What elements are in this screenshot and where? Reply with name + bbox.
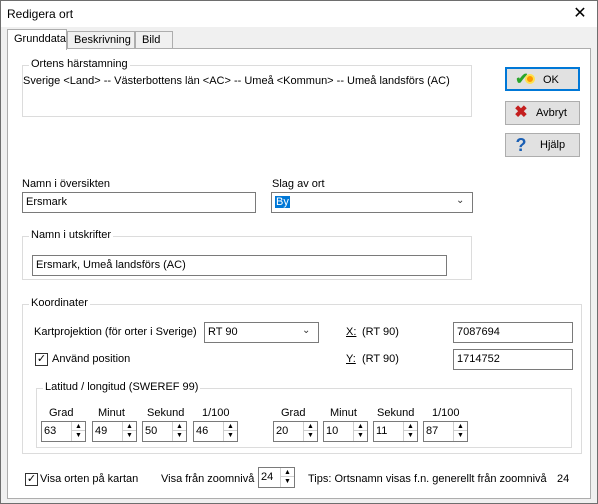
lat-header-sekund: Sekund: [147, 407, 185, 419]
window-title: Redigera ort: [7, 7, 74, 21]
lat-header-hundredths: 1/100: [202, 407, 230, 419]
origin-legend: Ortens härstamning: [29, 58, 130, 70]
lon-header-minut: Minut: [330, 407, 357, 419]
spin-up-icon[interactable]: ▲: [454, 422, 467, 431]
spin-up-icon[interactable]: ▲: [281, 468, 294, 477]
x-input[interactable]: 7087694: [453, 322, 573, 343]
latlong-legend: Latitud / longitud (SWEREF 99): [43, 381, 201, 393]
spin-down-icon[interactable]: ▼: [404, 431, 417, 440]
question-icon: ?: [515, 135, 527, 155]
lat-minut-spinner[interactable]: 49 ▲ ▼: [92, 421, 137, 442]
projection-select[interactable]: RT 90 ⌄: [204, 322, 319, 343]
lon-header-grad: Grad: [281, 407, 306, 419]
tab-bild[interactable]: Bild: [135, 31, 173, 49]
projection-label: Kartprojektion (för orter i Sverige): [34, 326, 197, 338]
lat-hundredths-spinner[interactable]: 46 ▲ ▼: [193, 421, 238, 442]
close-icon[interactable]: ✕: [563, 1, 597, 27]
tip-text: Tips: Ortsnamn visas f.n. generellt från…: [308, 473, 547, 485]
latlong-group: Latitud / longitud (SWEREF 99) Grad Minu…: [36, 381, 572, 448]
spin-down-icon[interactable]: ▼: [304, 431, 317, 440]
lat-sekund-spinner[interactable]: 50 ▲ ▼: [142, 421, 187, 442]
origin-group: Ortens härstamning Sverige <Land> -- Väs…: [22, 58, 472, 117]
cancel-button[interactable]: ✖ Avbryt: [505, 101, 580, 125]
y-unit: (RT 90): [362, 353, 399, 365]
cursor-highlight-icon: [525, 74, 535, 84]
spin-up-icon[interactable]: ▲: [404, 422, 417, 431]
x-unit: (RT 90): [362, 326, 399, 338]
chevron-down-icon: ⌄: [456, 195, 465, 206]
show-on-map-checkbox[interactable]: ✓: [25, 473, 38, 486]
print-name-legend: Namn i utskrifter: [29, 229, 114, 241]
spin-up-icon[interactable]: ▲: [304, 422, 317, 431]
spin-down-icon[interactable]: ▼: [224, 431, 237, 440]
kind-value: By: [275, 196, 290, 208]
spin-down-icon[interactable]: ▼: [173, 431, 186, 440]
use-position-label: Använd position: [52, 353, 131, 365]
origin-text: Sverige <Land> -- Västerbottens län <AC>…: [23, 75, 450, 87]
tab-panel: Ortens härstamning Sverige <Land> -- Väs…: [7, 48, 591, 499]
coordinates-group: Koordinater Kartprojektion (för orter i …: [22, 297, 582, 454]
overview-label: Namn i översikten: [22, 178, 111, 190]
lon-grad-value: 20: [276, 425, 289, 437]
spin-down-icon[interactable]: ▼: [354, 431, 367, 440]
lon-hundredths-spinner[interactable]: 87 ▲ ▼: [423, 421, 468, 442]
dialog-window: Redigera ort ✕ Grunddata Beskrivning Bil…: [0, 0, 598, 504]
tab-grunddata[interactable]: Grunddata: [7, 29, 67, 50]
lon-sekund-spinner[interactable]: 11 ▲ ▼: [373, 421, 418, 442]
print-name-input[interactable]: Ersmark, Umeå landsförs (AC): [32, 255, 447, 276]
print-name-group: Namn i utskrifter Ersmark, Umeå landsför…: [22, 229, 472, 280]
lon-header-sekund: Sekund: [377, 407, 415, 419]
lat-header-minut: Minut: [98, 407, 125, 419]
spin-up-icon[interactable]: ▲: [224, 422, 237, 431]
projection-value: RT 90: [208, 326, 238, 338]
help-label: Hjälp: [540, 139, 566, 151]
spin-up-icon[interactable]: ▲: [123, 422, 136, 431]
ok-label: OK: [543, 74, 559, 86]
zoom-spinner[interactable]: 24 ▲ ▼: [258, 467, 295, 488]
lat-grad-value: 63: [44, 425, 57, 437]
tab-beskrivning[interactable]: Beskrivning: [67, 31, 135, 49]
lat-grad-spinner[interactable]: 63 ▲ ▼: [41, 421, 86, 442]
lon-grad-spinner[interactable]: 20 ▲ ▼: [273, 421, 318, 442]
spin-down-icon[interactable]: ▼: [123, 431, 136, 440]
lon-minut-spinner[interactable]: 10 ▲ ▼: [323, 421, 368, 442]
use-position-checkbox[interactable]: ✓: [35, 353, 48, 366]
chevron-down-icon: ⌄: [302, 325, 311, 336]
lat-hundredths-value: 46: [196, 425, 209, 437]
kind-select[interactable]: By ⌄: [271, 192, 473, 213]
title-bar: Redigera ort ✕: [1, 1, 597, 27]
lat-header-grad: Grad: [49, 407, 74, 419]
spin-up-icon[interactable]: ▲: [354, 422, 367, 431]
cross-icon: ✖: [514, 104, 528, 121]
help-button[interactable]: ? Hjälp: [505, 133, 580, 157]
ok-button[interactable]: ✔ OK: [505, 67, 580, 91]
y-label: Y:: [346, 353, 356, 365]
zoom-label: Visa från zoomnivå: [161, 473, 255, 485]
y-input[interactable]: 1714752: [453, 349, 573, 370]
show-on-map-label: Visa orten på kartan: [40, 473, 139, 485]
lat-sekund-value: 50: [145, 425, 158, 437]
spin-down-icon[interactable]: ▼: [454, 431, 467, 440]
x-label: X:: [346, 326, 357, 338]
cancel-label: Avbryt: [536, 107, 567, 119]
spin-down-icon[interactable]: ▼: [72, 431, 85, 440]
tip-zoom-value: 24: [557, 473, 570, 485]
spin-down-icon[interactable]: ▼: [281, 477, 294, 486]
lon-header-hundredths: 1/100: [432, 407, 460, 419]
coordinates-legend: Koordinater: [29, 297, 90, 309]
overview-input[interactable]: Ersmark: [22, 192, 256, 213]
spin-up-icon[interactable]: ▲: [72, 422, 85, 431]
lon-hundredths-value: 87: [426, 425, 439, 437]
lat-minut-value: 49: [95, 425, 108, 437]
spin-up-icon[interactable]: ▲: [173, 422, 186, 431]
zoom-value: 24: [261, 471, 274, 483]
lon-sekund-value: 11: [376, 425, 388, 437]
kind-label: Slag av ort: [272, 178, 325, 190]
lon-minut-value: 10: [326, 425, 339, 437]
